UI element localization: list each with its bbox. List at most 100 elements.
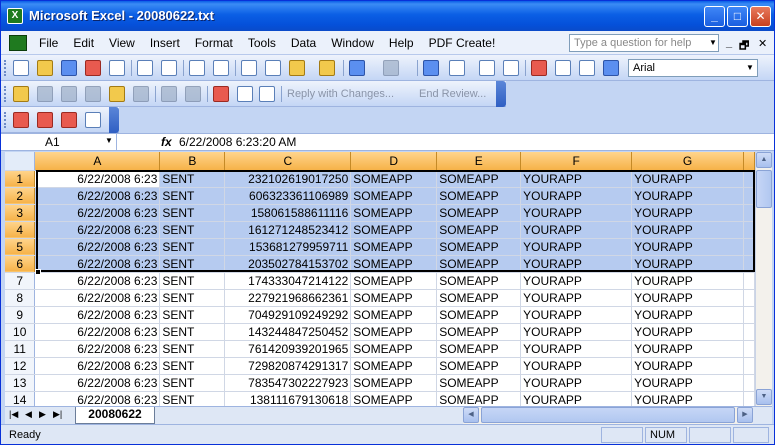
cell-e[interactable]: SOMEAPP	[436, 187, 522, 205]
cell-c[interactable]: 138111679130618	[224, 391, 352, 406]
protect-icon[interactable]	[237, 86, 253, 102]
cell-d[interactable]: SOMEAPP	[350, 391, 438, 406]
column-header-partial[interactable]	[743, 152, 755, 171]
cell-c[interactable]: 153681279959711	[224, 238, 352, 256]
maximize-button[interactable]: □	[727, 6, 748, 27]
toolbar-grip[interactable]	[4, 112, 7, 128]
cell-partial[interactable]	[743, 357, 755, 375]
cell-c[interactable]: 203502784153702	[224, 255, 352, 273]
scroll-right-icon[interactable]: ▶	[737, 407, 753, 423]
toolbar-grip[interactable]	[4, 60, 7, 76]
cut-icon[interactable]	[241, 60, 257, 76]
undo-icon[interactable]	[349, 60, 365, 76]
row-header[interactable]: 14	[5, 391, 36, 406]
scroll-up-icon[interactable]: ▲	[756, 152, 772, 168]
cell-partial[interactable]	[743, 391, 755, 406]
next-comment-icon[interactable]	[61, 86, 77, 102]
email-icon[interactable]	[109, 60, 125, 76]
zoom-icon[interactable]	[579, 60, 595, 76]
close-button[interactable]: ✕	[750, 6, 771, 27]
name-box-dropdown-icon[interactable]: ▼	[105, 136, 113, 145]
cell-g[interactable]: YOURAPP	[631, 340, 744, 358]
row-header[interactable]: 1	[5, 170, 36, 188]
scroll-down-icon[interactable]: ▼	[756, 389, 772, 405]
print-preview-icon[interactable]	[161, 60, 177, 76]
new-icon[interactable]	[13, 60, 29, 76]
cell-f[interactable]: YOURAPP	[520, 289, 633, 307]
autosum-icon[interactable]	[449, 60, 465, 76]
cell-partial[interactable]	[743, 323, 755, 341]
menu-item-file[interactable]: File	[39, 36, 58, 50]
cell-g[interactable]: YOURAPP	[631, 391, 744, 406]
toolbar-grip[interactable]	[4, 86, 7, 102]
pdf-email-icon[interactable]	[37, 112, 53, 128]
menu-item-data[interactable]: Data	[291, 36, 316, 50]
cell-partial[interactable]	[743, 187, 755, 205]
cell-d[interactable]: SOMEAPP	[350, 238, 438, 256]
formula-input[interactable]: 6/22/2008 6:23:20 AM	[179, 135, 296, 149]
cell-g[interactable]: YOURAPP	[631, 306, 744, 324]
research-icon[interactable]	[213, 60, 229, 76]
cell-a[interactable]: 6/22/2008 6:23	[34, 357, 161, 375]
cell-partial[interactable]	[743, 204, 755, 222]
cell-c[interactable]: 761420939201965	[224, 340, 352, 358]
sort-descending-icon[interactable]	[503, 60, 519, 76]
sort-ascending-icon[interactable]	[479, 60, 495, 76]
row-header[interactable]: 12	[5, 357, 36, 375]
cell-f[interactable]: YOURAPP	[520, 357, 633, 375]
column-header-b[interactable]: B	[159, 152, 226, 171]
cell-c[interactable]: 174333047214122	[224, 272, 352, 290]
cell-g[interactable]: YOURAPP	[631, 357, 744, 375]
paste-icon[interactable]	[289, 60, 305, 76]
delete-comment-icon[interactable]	[133, 86, 149, 102]
print-icon[interactable]	[137, 60, 153, 76]
cell-d[interactable]: SOMEAPP	[350, 170, 438, 188]
cell-a[interactable]: 6/22/2008 6:23	[34, 204, 161, 222]
row-header[interactable]: 5	[5, 238, 36, 256]
cell-c[interactable]: 161271248523412	[224, 221, 352, 239]
format-painter-icon[interactable]	[319, 60, 335, 76]
cell-g[interactable]: YOURAPP	[631, 272, 744, 290]
cell-e[interactable]: SOMEAPP	[436, 289, 522, 307]
cell-a[interactable]: 6/22/2008 6:23	[34, 238, 161, 256]
save-icon[interactable]	[61, 60, 77, 76]
menu-item-edit[interactable]: Edit	[73, 36, 94, 50]
mdi-close-button[interactable]: ✕	[758, 37, 767, 50]
cell-a[interactable]: 6/22/2008 6:23	[34, 255, 161, 273]
cell-f[interactable]: YOURAPP	[520, 323, 633, 341]
cell-e[interactable]: SOMEAPP	[436, 357, 522, 375]
cell-d[interactable]: SOMEAPP	[350, 306, 438, 324]
cell-g[interactable]: YOURAPP	[631, 323, 744, 341]
cell-b[interactable]: SENT	[159, 187, 226, 205]
cell-c[interactable]: 143244847250452	[224, 323, 352, 341]
cell-a[interactable]: 6/22/2008 6:23	[34, 391, 161, 406]
cell-e[interactable]: SOMEAPP	[436, 204, 522, 222]
vertical-scroll-thumb[interactable]	[756, 170, 772, 208]
next-sheet-icon[interactable]: ▶	[39, 409, 46, 420]
menu-item-window[interactable]: Window	[331, 36, 374, 50]
cell-a[interactable]: 6/22/2008 6:23	[34, 289, 161, 307]
select-all-corner[interactable]	[5, 152, 36, 171]
cell-d[interactable]: SOMEAPP	[350, 221, 438, 239]
cell-f[interactable]: YOURAPP	[520, 204, 633, 222]
worksheet-grid[interactable]: ABCDEFG 1 6/22/2008 6:23 SENT 2321026190172…	[5, 152, 755, 406]
cell-c[interactable]: 232102619017250	[224, 170, 352, 188]
row-header[interactable]: 11	[5, 340, 36, 358]
cell-b[interactable]: SENT	[159, 272, 226, 290]
end-review-button[interactable]: End Review...	[419, 88, 486, 100]
cell-b[interactable]: SENT	[159, 340, 226, 358]
cell-e[interactable]: SOMEAPP	[436, 170, 522, 188]
cell-partial[interactable]	[743, 221, 755, 239]
cell-c[interactable]: 729820874291317	[224, 357, 352, 375]
row-header[interactable]: 7	[5, 272, 36, 290]
cell-e[interactable]: SOMEAPP	[436, 255, 522, 273]
excel-app-icon[interactable]: X	[7, 8, 23, 24]
cell-c[interactable]: 158061588611116	[224, 204, 352, 222]
menu-item-help[interactable]: Help	[389, 36, 414, 50]
horizontal-scrollbar[interactable]: ◀ ▶	[463, 407, 753, 424]
hyperlink-icon[interactable]	[423, 60, 439, 76]
cell-a[interactable]: 6/22/2008 6:23	[34, 340, 161, 358]
cell-e[interactable]: SOMEAPP	[436, 238, 522, 256]
column-header-f[interactable]: F	[520, 152, 633, 171]
cell-f[interactable]: YOURAPP	[520, 374, 633, 392]
